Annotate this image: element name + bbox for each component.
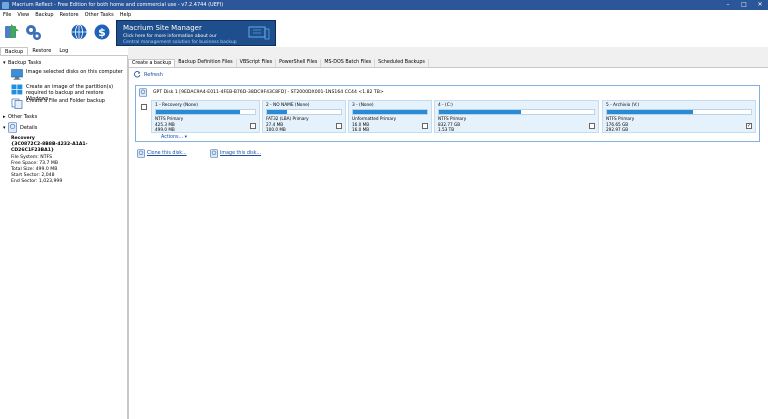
partition-4[interactable]: 4 - (C:) NTFS Primary 832.77 GB 1.53 TB [434, 100, 599, 133]
refresh-link[interactable]: Refresh [134, 71, 163, 78]
disk-header: GPT Disk 1 [9EDAC9A4-E011-4FEB-B76D-38DC… [139, 88, 384, 97]
other-tasks-header[interactable]: ▸ Other Tasks [3, 114, 37, 120]
partition-1[interactable]: 1 - Recovery (None) NTFS Primary 425.3 M… [151, 100, 260, 133]
clone-disk-icon [137, 149, 145, 158]
partition-total: 292.97 GB [606, 127, 629, 132]
partition-3[interactable]: 3 - (None) Unformatted Primary 16.0 MB 1… [348, 100, 432, 133]
disk-panel: GPT Disk 1 [9EDAC9A4-E011-4FEB-B76D-38DC… [135, 85, 760, 142]
partition-type: NTFS Primary [438, 116, 467, 121]
partition-label: 5 - Archivio (V:) [606, 103, 640, 108]
partition-usage-fill [267, 110, 287, 114]
tab-vbscript-files[interactable]: VBScript Files [237, 59, 277, 67]
menu-backup[interactable]: Backup [35, 12, 53, 18]
partition-checkbox[interactable] [589, 123, 595, 129]
partition-type: NTFS Primary [155, 116, 184, 121]
partition-label: 3 - (None) [352, 103, 374, 108]
tab-create-backup[interactable]: Create a backup [128, 59, 176, 67]
banner-line-1: Click here for more information about ou… [123, 34, 217, 39]
banner-line-2: Central management solution for business… [123, 40, 237, 45]
details-guid: {3C0872C2-8B8B-4232-A1A1-CD26C1F23BA1} [11, 142, 88, 154]
tab-backup[interactable]: Backup [0, 47, 29, 55]
menu-restore[interactable]: Restore [60, 12, 79, 18]
details-end-sector: End Sector: 1,023,999 [11, 179, 63, 185]
backup-wizard-icon[interactable] [3, 22, 21, 42]
menu-view[interactable]: View [17, 12, 29, 18]
details-block: Recovery {3C0872C2-8B8B-4232-A1A1-CD26C1… [11, 136, 127, 186]
partition-usage-fill [439, 110, 522, 114]
title-bar: Macrium Reflect - Free Edition for both … [0, 0, 768, 10]
partition-label: 2 - NO NAME (None) [266, 103, 310, 108]
partition-usage-bar [266, 109, 342, 115]
partition-type: FAT32 (LBA) Primary [266, 116, 309, 121]
menu-bar: File View Backup Restore Other Tasks Hel… [0, 10, 768, 19]
settings-gears-icon[interactable] [24, 22, 42, 42]
partition-checkbox[interactable] [250, 123, 256, 129]
main-tabs: Create a backup Backup Definition Files … [128, 59, 768, 68]
image-disk-link[interactable]: Image this disk... [210, 149, 261, 158]
menu-file[interactable]: File [3, 12, 11, 18]
task-label: Image selected disks on this computer [26, 69, 123, 75]
refresh-icon [134, 71, 141, 78]
site-manager-banner[interactable]: Macrium Site Manager Click here for more… [116, 20, 276, 46]
disk-drive-icon [8, 122, 17, 133]
disk-checkbox[interactable] [141, 104, 147, 110]
actions-menu[interactable]: Actions... ▾ [161, 135, 187, 140]
task-file-folder-backup[interactable]: Create a File and Folder backup [11, 98, 126, 109]
partition-checkbox[interactable]: ✓ [746, 123, 752, 129]
tab-log[interactable]: Log [55, 47, 72, 55]
partition-usage-fill [353, 110, 427, 114]
backup-tasks-header[interactable]: ▾ Backup Tasks [3, 60, 41, 66]
menu-other-tasks[interactable]: Other Tasks [85, 12, 114, 18]
tab-powershell-files[interactable]: PowerShell Files [276, 59, 322, 67]
partition-total: 100.0 MB [266, 127, 286, 132]
details-header[interactable]: ▾ Details [3, 122, 37, 133]
banner-title: Macrium Site Manager [123, 24, 202, 32]
minimize-icon[interactable]: – [720, 0, 736, 10]
hard-disk-icon [139, 88, 147, 97]
files-icon [11, 98, 23, 109]
left-tabs: Backup Restore Log [0, 47, 128, 56]
main-area: Refresh GPT Disk 1 [9EDAC9A4-E011-4FEB-B… [128, 68, 768, 419]
partition-total: 499.0 MB [155, 127, 175, 132]
partition-label: 1 - Recovery (None) [155, 103, 198, 108]
partition-2[interactable]: 2 - NO NAME (None) FAT32 (LBA) Primary 2… [262, 100, 346, 133]
partition-total: 16.0 MB [352, 127, 370, 132]
tab-scheduled-backups[interactable]: Scheduled Backups [375, 59, 429, 67]
partition-checkbox[interactable] [336, 123, 342, 129]
tab-backup-definition-files[interactable]: Backup Definition Files [175, 59, 237, 67]
app-icon [2, 1, 9, 9]
tab-restore[interactable]: Restore [28, 47, 55, 55]
menu-help[interactable]: Help [120, 12, 131, 18]
partition-usage-bar [352, 109, 428, 115]
partition-usage-fill [156, 110, 241, 114]
close-icon[interactable]: ✕ [752, 0, 768, 10]
partition-type: Unformatted Primary [352, 116, 397, 121]
task-image-disks[interactable]: Image selected disks on this computer [11, 69, 126, 80]
left-panel: ▾ Backup Tasks Image selected disks on th… [0, 56, 128, 419]
chevron-down-icon: ▾ [184, 135, 188, 140]
partition-usage-fill [607, 110, 694, 114]
tab-msdos-batch-files[interactable]: MS-DOS Batch Files [321, 59, 376, 67]
clone-disk-link[interactable]: Clone this disk... [137, 149, 187, 158]
partition-total: 1.53 TB [438, 127, 455, 132]
svg-text:$: $ [98, 26, 106, 39]
window-title: Macrium Reflect - Free Edition for both … [12, 2, 224, 8]
network-art-icon [248, 26, 270, 40]
partition-type: NTFS Primary [606, 116, 635, 121]
partition-usage-bar [438, 109, 595, 115]
partition-label: 4 - (C:) [438, 103, 453, 108]
partition-usage-bar [155, 109, 256, 115]
task-label: Create a File and Folder backup [26, 98, 105, 104]
partition-usage-bar [606, 109, 752, 115]
partition-checkbox[interactable] [422, 123, 428, 129]
partition-5[interactable]: 5 - Archivio (V:) NTFS Primary 176.65 GB… [602, 100, 756, 133]
web-globe-icon[interactable] [70, 22, 88, 42]
disk-header-text: GPT Disk 1 [9EDAC9A4-E011-4FEB-B76D-38DC… [153, 90, 384, 95]
dollar-upgrade-icon[interactable]: $ [93, 22, 111, 42]
window-controls: – □ ✕ [720, 0, 768, 10]
image-disk-icon [210, 149, 218, 158]
maximize-icon[interactable]: □ [736, 0, 752, 10]
monitor-icon [11, 69, 23, 80]
windows-icon [11, 84, 23, 95]
